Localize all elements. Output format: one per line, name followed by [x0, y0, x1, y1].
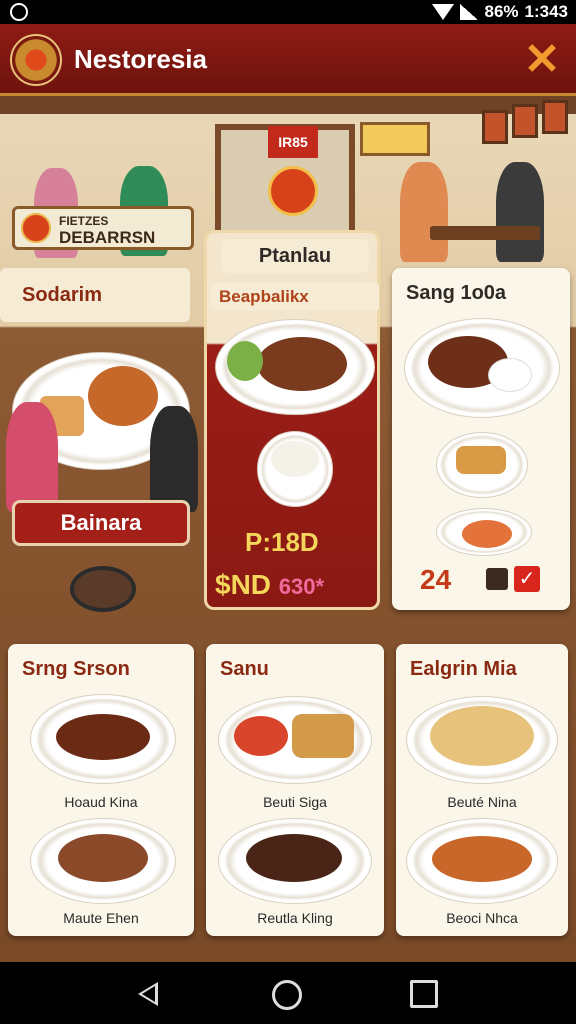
navigation-bar [0, 962, 576, 1024]
noodle-bowl [88, 366, 158, 426]
home-icon[interactable] [272, 980, 302, 1010]
diner-figure [400, 162, 448, 262]
promo-price-main: $ND [215, 569, 272, 600]
menu-item-caption: Beoci Nhca [446, 910, 518, 926]
restaurant-sign: FIETZES DEBARRSN [12, 206, 194, 250]
menu-card[interactable]: Sanu Beuti Siga Reutla Kling [206, 644, 384, 936]
menu-item-caption: Maute Ehen [63, 910, 139, 926]
wall-frame [542, 100, 568, 134]
restaurant-scene: IR85 FIETZES DEBARRSN Sodarim Bainara Pt… [0, 96, 576, 962]
promo-subtitle: Beapbalikx [211, 283, 379, 311]
fried-fish [292, 714, 354, 758]
table [430, 226, 540, 240]
promo-price-secondary: $ND 630* [215, 569, 324, 601]
diner-figure [496, 162, 544, 262]
signal-icon [460, 4, 479, 20]
wall-poster [360, 122, 430, 156]
star-emblem-icon [268, 166, 318, 216]
steamed-rice [271, 441, 319, 477]
sign-badge-icon [21, 213, 51, 243]
menu-food [432, 836, 532, 882]
garuda-logo-icon [10, 34, 62, 86]
menu-card-title: Srng Srson [22, 658, 130, 680]
menu-item-caption: Beuté Nina [447, 794, 517, 810]
grilled-chicken [257, 337, 347, 391]
right-card-title: Sang 1o0a [406, 282, 507, 304]
right-card-count: 24 [420, 564, 452, 595]
promo-card[interactable]: Ptanlau Beapbalikx P:18D $ND 630* [204, 230, 380, 610]
cart-icon[interactable] [486, 568, 508, 590]
wall-frame [482, 110, 508, 144]
menu-item-caption: Reutla Kling [257, 910, 333, 926]
check-icon[interactable]: ✓ [514, 566, 540, 592]
promo-price-extra: 630* [278, 574, 325, 599]
menu-card-title: Ealgrin Mia [410, 658, 517, 680]
promo-header: Ptanlau [221, 239, 369, 273]
white-rice [488, 358, 532, 392]
battery-text: 86% [484, 2, 519, 21]
side-dish [462, 520, 512, 548]
promo-price-primary: P:18D [245, 527, 319, 557]
notification-icon [10, 3, 28, 21]
status-right: 86% 1:343 [432, 0, 568, 24]
scene-board: IR85 [268, 126, 318, 158]
menu-food [246, 834, 342, 882]
sign-line-2: DEBARRSN [59, 228, 156, 247]
wifi-icon [432, 4, 455, 20]
menu-food [56, 714, 150, 760]
close-icon[interactable]: ✕ [520, 38, 564, 82]
menu-card[interactable]: Ealgrin Mia Beuté Nina Beoci Nhca [396, 644, 568, 936]
app-bar: Nestoresia ✕ [0, 24, 576, 96]
menu-item-caption: Hoaud Kina [64, 794, 138, 810]
recents-icon[interactable] [410, 980, 438, 1008]
clock: 1:343 [524, 2, 568, 21]
soup-pot [70, 566, 136, 612]
diner-figure [150, 406, 198, 512]
diner-figure [6, 402, 58, 512]
menu-item-caption: Beuti Siga [263, 794, 327, 810]
green-beans [227, 341, 263, 381]
right-card[interactable]: Sang 1o0a 24 ✓ [392, 268, 570, 610]
sambal-bowl [234, 716, 288, 756]
left-top-label[interactable]: Sodarim [0, 268, 190, 322]
menu-food [58, 834, 148, 882]
sign-line-1: FIETZES [59, 214, 109, 228]
app-title: Nestoresia [74, 44, 207, 74]
spring-rolls [456, 446, 506, 474]
status-bar: 86% 1:343 [0, 0, 576, 24]
fried-rice [430, 706, 534, 766]
wall-frame [512, 104, 538, 138]
back-icon[interactable] [138, 982, 158, 1006]
menu-card-title: Sanu [220, 658, 269, 680]
menu-card[interactable]: Srng Srson Hoaud Kina Maute Ehen [8, 644, 194, 936]
left-bottom-label[interactable]: Bainara [12, 500, 190, 546]
